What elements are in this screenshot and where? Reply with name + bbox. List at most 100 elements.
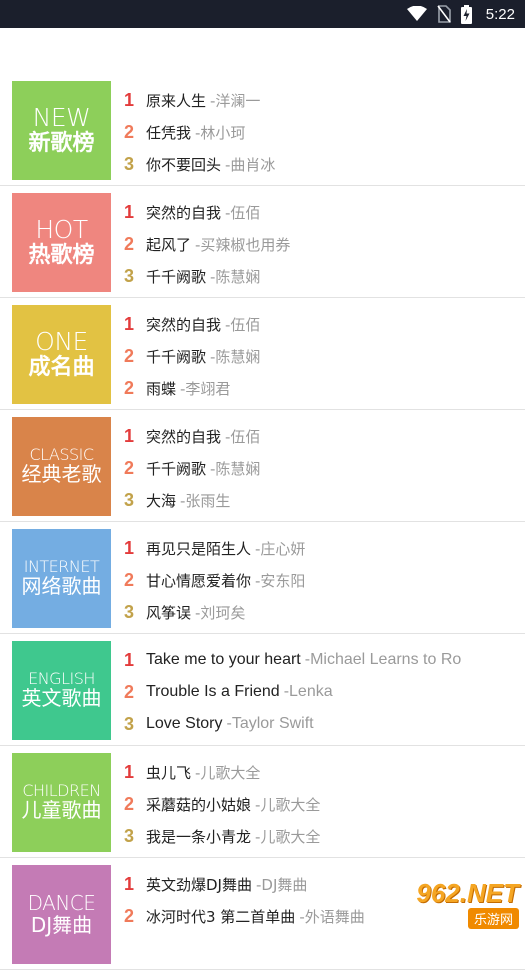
song-rank: 1 [124, 761, 135, 782]
song-artist: -DJ舞曲 [255, 875, 308, 894]
song-rank: 2 [124, 569, 135, 590]
chart-tile-zh-label: 经典老歌 [21, 462, 102, 487]
chart-tile[interactable]: CHILDREN 儿童歌曲 [12, 753, 111, 852]
song-list: 1 突然的自我 -伍佰 2 千千阙歌 -陈慧娴 2 雨蝶 -李翊君 [124, 308, 525, 404]
song-list: 1 原来人生 -洋澜一 2 任凭我 -林小珂 3 你不要回头 -曲肖冰 [124, 84, 525, 180]
song-list: 1 Take me to your heart -Michael Learns to… [124, 644, 525, 740]
song-item[interactable]: 1 Take me to your heart -Michael Learns to… [124, 644, 525, 676]
song-rank: 2 [124, 681, 135, 702]
chart-tile[interactable]: ONE 成名曲 [12, 305, 111, 404]
song-rank: 3 [124, 265, 135, 286]
song-rank: 1 [124, 313, 135, 334]
song-rank: 2 [124, 793, 135, 814]
song-artist: -买辣椒也用券 [195, 235, 291, 254]
chart-tile[interactable]: INTERNET 网络歌曲 [12, 529, 111, 628]
song-item[interactable]: 2 千千阙歌 -陈慧娴 [124, 452, 525, 484]
song-title: 突然的自我 [146, 203, 222, 222]
song-item[interactable]: 2 起风了 -买辣椒也用券 [124, 228, 525, 260]
song-item[interactable]: 3 你不要回头 -曲肖冰 [124, 148, 525, 180]
song-artist: -Michael Learns to Ro [304, 651, 462, 668]
song-title: 你不要回头 [146, 155, 222, 174]
chart-tile-zh-label: 成名曲 [28, 354, 95, 380]
status-time: 5:22 [485, 5, 515, 23]
song-artist: -伍佰 [225, 203, 261, 222]
song-item[interactable]: 2 千千阙歌 -陈慧娴 [124, 340, 525, 372]
chart-tile-zh-label: 网络歌曲 [21, 574, 102, 599]
song-title: 任凭我 [146, 123, 192, 142]
song-title: 再见只是陌生人 [146, 539, 252, 558]
song-artist: -儿歌大全 [255, 795, 321, 814]
chart-tile-en-label: CLASSIC [29, 444, 94, 464]
chart-tile-zh-label: 新歌榜 [28, 130, 95, 156]
song-artist: -陈慧娴 [210, 459, 261, 478]
wifi-icon [406, 6, 427, 22]
chart-tile[interactable]: DANCE DJ舞曲 [12, 865, 111, 964]
song-item[interactable]: 2 采蘑菇的小姑娘 -儿歌大全 [124, 788, 525, 820]
song-artist: -张雨生 [180, 491, 231, 510]
chart-tile-zh-label: 英文歌曲 [21, 686, 102, 711]
chart-row: ENGLISH 英文歌曲 1 Take me to your heart -Michae… [0, 634, 525, 746]
song-rank: 3 [124, 153, 135, 174]
song-item[interactable]: 2 Trouble Is a Friend -Lenka [124, 676, 525, 708]
chart-row: CLASSIC 经典老歌 1 突然的自我 -伍佰 2 千千阙歌 -陈慧娴 3 大海 -张雨生 [0, 410, 525, 522]
song-item[interactable]: 2 甘心情愿爱着你 -安东阳 [124, 564, 525, 596]
song-item[interactable]: 1 突然的自我 -伍佰 [124, 196, 525, 228]
battery-charging-icon [460, 4, 472, 24]
song-item[interactable]: 2 任凭我 -林小珂 [124, 116, 525, 148]
song-artist: -伍佰 [225, 315, 261, 334]
song-artist: -儿歌大全 [195, 763, 261, 782]
song-item[interactable]: 1 虫儿飞 -儿歌大全 [124, 756, 525, 788]
song-item[interactable]: 3 Love Story -Taylor Swift [124, 708, 525, 740]
song-rank: 1 [124, 649, 135, 670]
watermark-logo: 962.NET [416, 877, 519, 908]
song-list: 1 突然的自我 -伍佰 2 千千阙歌 -陈慧娴 3 大海 -张雨生 [124, 420, 525, 516]
song-title: 我是一条小青龙 [146, 827, 252, 846]
chart-row: HOT 热歌榜 1 突然的自我 -伍佰 2 起风了 -买辣椒也用券 3 千千阙歌 -陈慧娴 [0, 186, 525, 298]
song-rank: 2 [124, 457, 135, 478]
chart-row: INTERNET 网络歌曲 1 再见只是陌生人 -庄心妍 2 甘心情愿爱着你 -安东阳 3 风筝误… [0, 522, 525, 634]
song-artist: -陈慧娴 [210, 267, 261, 286]
song-artist: -Lenka [283, 683, 333, 700]
song-title: 雨蝶 [146, 379, 177, 398]
song-title: Trouble Is a Friend [146, 683, 280, 700]
song-item[interactable]: 2 雨蝶 -李翊君 [124, 372, 525, 404]
chart-tile-zh-label: 儿童歌曲 [21, 798, 102, 823]
song-item[interactable]: 3 千千阙歌 -陈慧娴 [124, 260, 525, 292]
watermark-subtitle: 乐游网 [467, 907, 519, 929]
song-artist: -曲肖冰 [225, 155, 276, 174]
song-title: Take me to your heart [146, 651, 301, 668]
song-title: 虫儿飞 [146, 763, 192, 782]
song-item[interactable]: 3 风筝误 -刘珂矣 [124, 596, 525, 628]
song-item[interactable]: 1 突然的自我 -伍佰 [124, 308, 525, 340]
song-artist: -Taylor Swift [226, 715, 314, 732]
song-artist: -林小珂 [195, 123, 246, 142]
song-item[interactable]: 3 大海 -张雨生 [124, 484, 525, 516]
chart-tile-en-label: INTERNET [23, 556, 100, 576]
song-item[interactable]: 3 我是一条小青龙 -儿歌大全 [124, 820, 525, 852]
song-artist: -庄心妍 [255, 539, 306, 558]
chart-tile-zh-label: 热歌榜 [28, 242, 95, 268]
song-artist: -李翊君 [180, 379, 231, 398]
chart-list: NEW 新歌榜 1 原来人生 -洋澜一 2 任凭我 -林小珂 3 你不要回头 -曲肖冰 HOT 热歌榜 1… [0, 74, 525, 970]
song-title: 起风了 [146, 235, 192, 254]
song-rank: 1 [124, 425, 135, 446]
song-rank: 2 [124, 233, 135, 254]
chart-tile-en-label: ENGLISH [28, 668, 95, 688]
song-title: 冰河时代3 第二首单曲 [146, 907, 296, 926]
song-list: 1 虫儿飞 -儿歌大全 2 采蘑菇的小姑娘 -儿歌大全 3 我是一条小青龙 -儿歌大全 [124, 756, 525, 852]
song-item[interactable]: 1 原来人生 -洋澜一 [124, 84, 525, 116]
song-title: 风筝误 [146, 603, 192, 622]
song-rank: 3 [124, 825, 135, 846]
song-title: 采蘑菇的小姑娘 [146, 795, 252, 814]
chart-tile[interactable]: ENGLISH 英文歌曲 [12, 641, 111, 740]
song-title: 突然的自我 [146, 315, 222, 334]
chart-tile[interactable]: CLASSIC 经典老歌 [12, 417, 111, 516]
chart-tile-en-label: ONE [35, 326, 88, 356]
site-watermark: 962.NET 乐游网 [393, 877, 519, 929]
chart-tile[interactable]: NEW 新歌榜 [12, 81, 111, 180]
song-title: 大海 [146, 491, 177, 510]
chart-tile[interactable]: HOT 热歌榜 [12, 193, 111, 292]
song-rank: 1 [124, 89, 135, 110]
song-item[interactable]: 1 突然的自我 -伍佰 [124, 420, 525, 452]
song-item[interactable]: 1 再见只是陌生人 -庄心妍 [124, 532, 525, 564]
